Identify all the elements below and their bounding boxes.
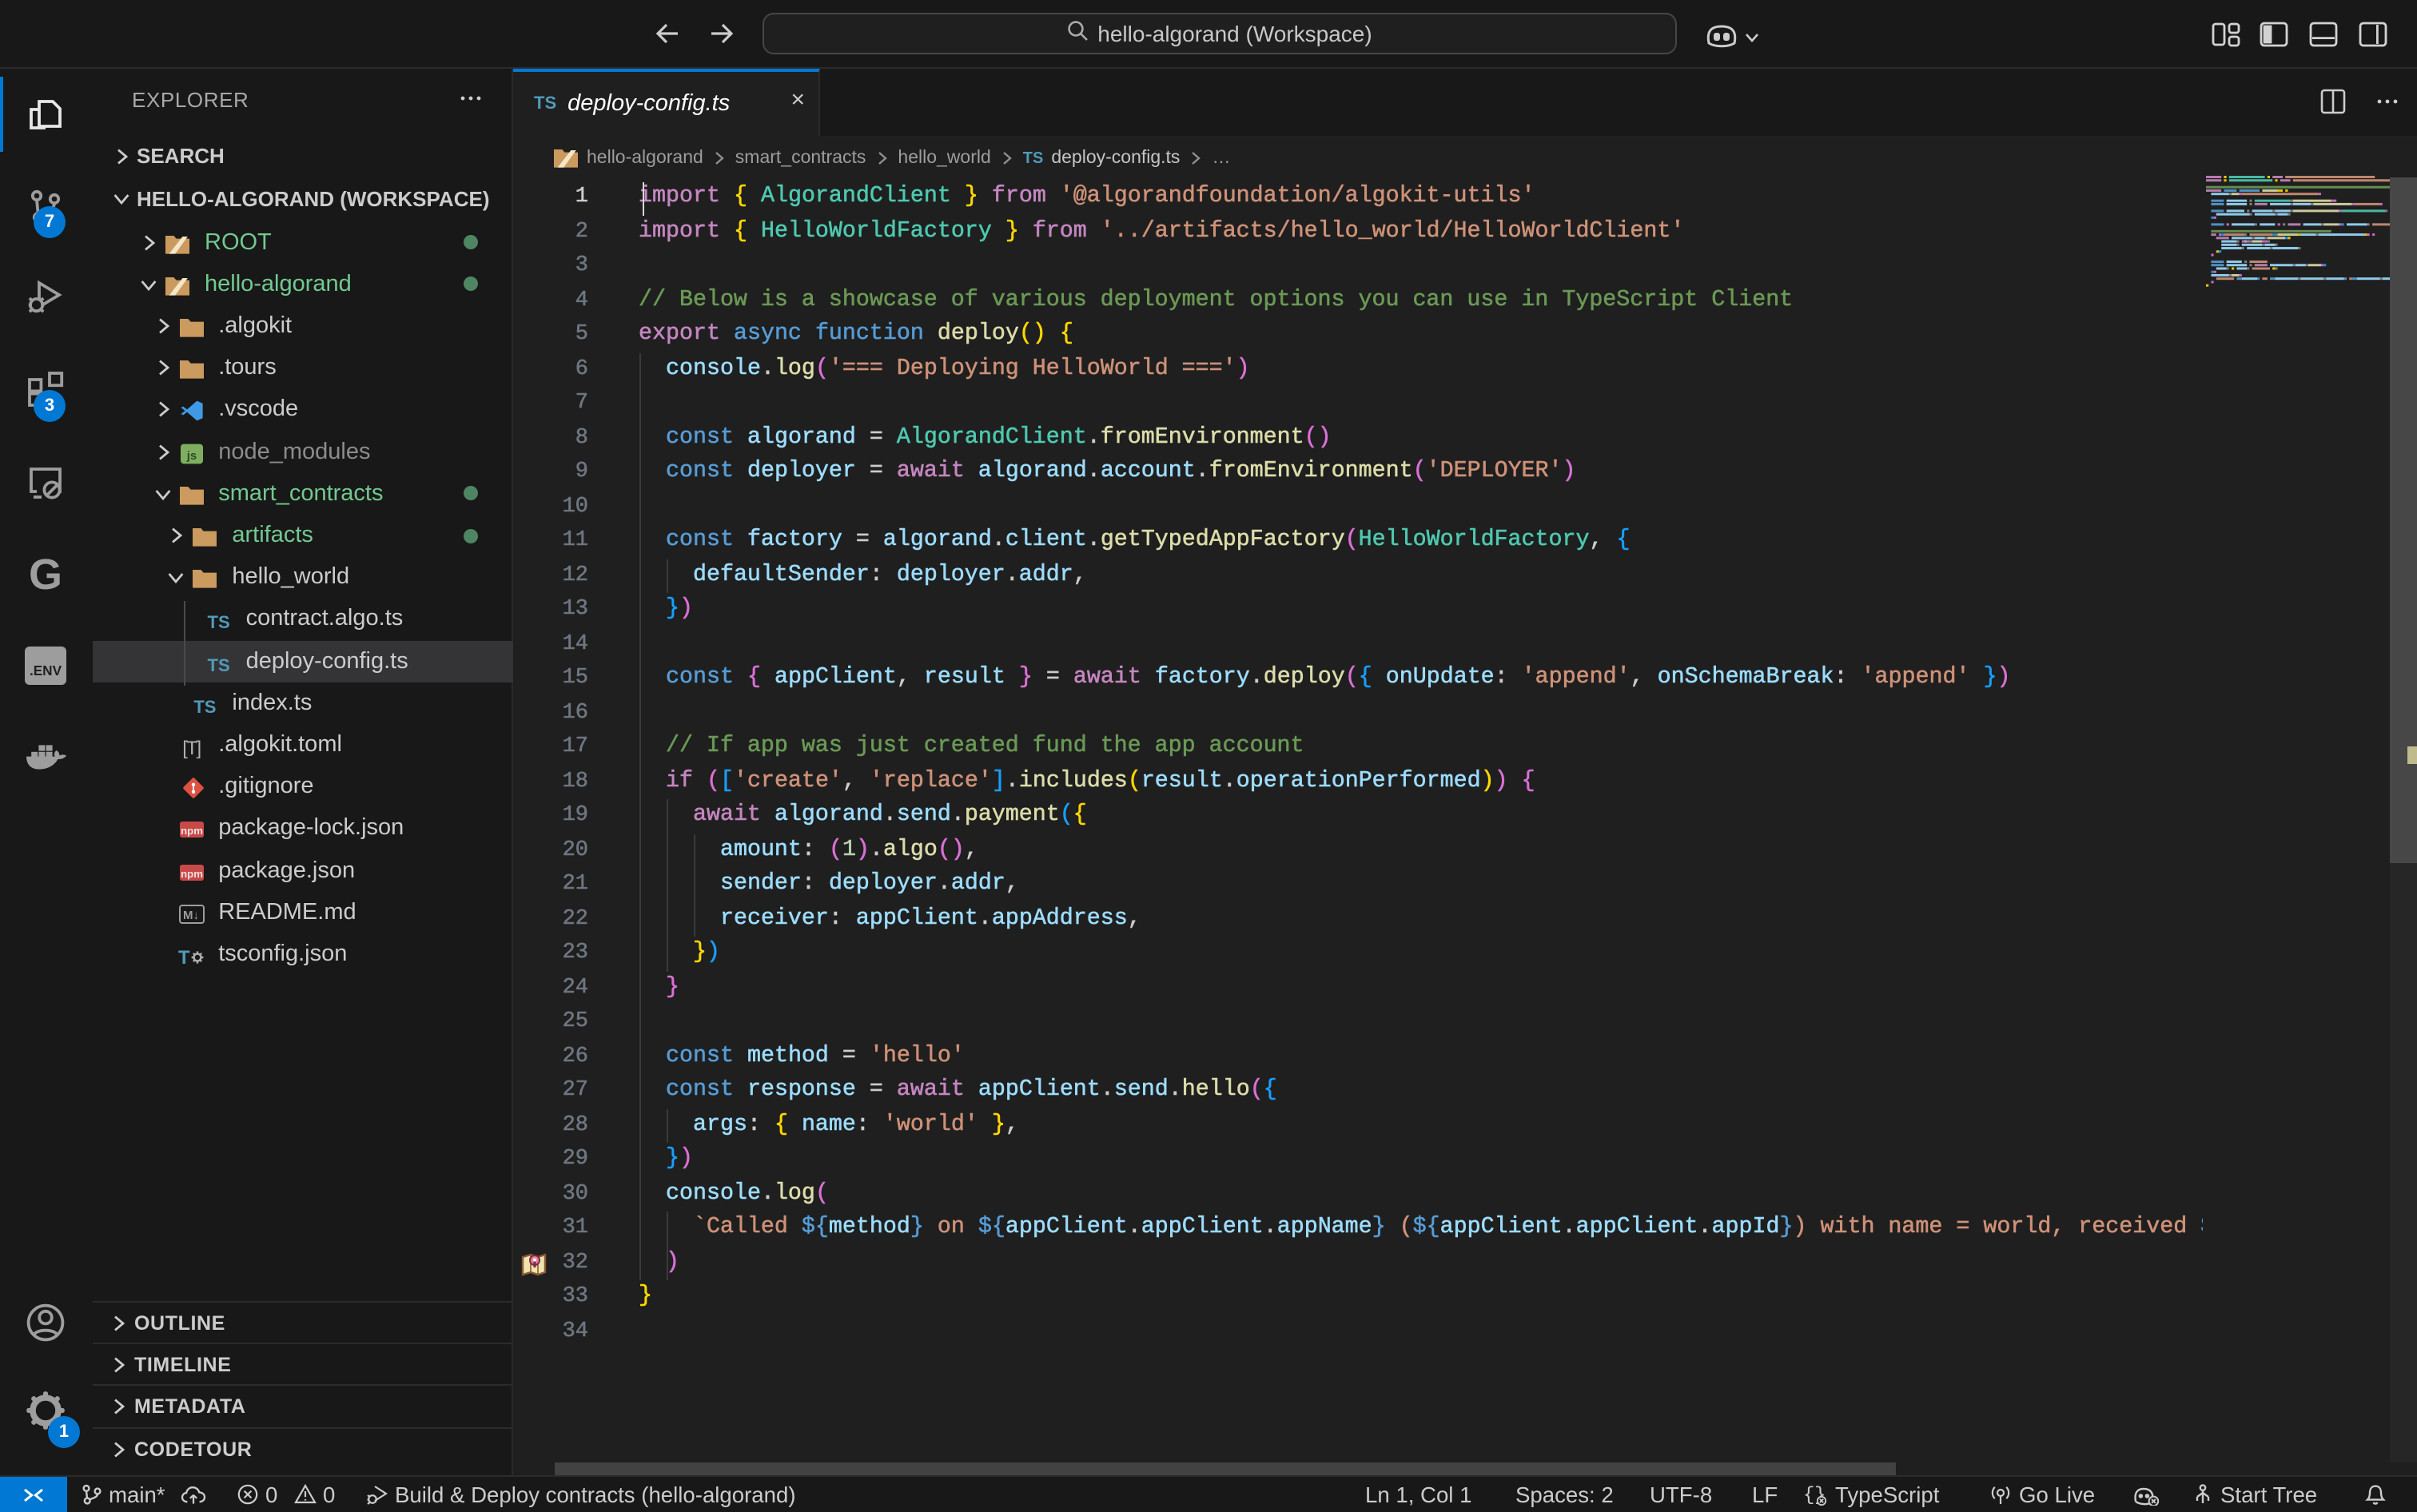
svg-text:G: G [29,553,62,596]
svg-text:npm: npm [180,867,202,879]
svg-text:npm: npm [180,826,202,838]
svg-text:js: js [185,448,197,462]
svg-text:{: { [1803,1486,1814,1506]
svg-text:.ENV: .ENV [30,663,62,679]
svg-text:M↓: M↓ [182,909,198,922]
